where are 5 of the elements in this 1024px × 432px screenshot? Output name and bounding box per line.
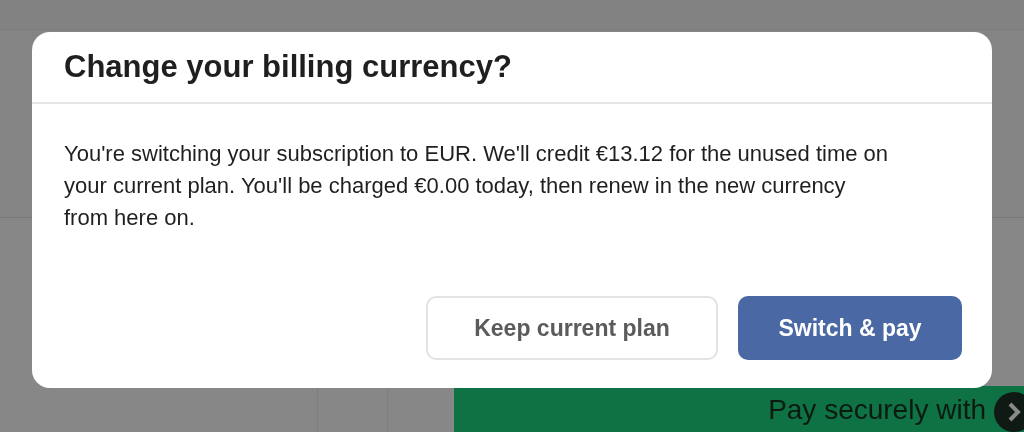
dialog-message: You're switching your subscription to EUR. We'll credit €13.12 for the unused time on your current plan. You'll be charged €0.00 today, then renew in the new currency from here on. (64, 140, 890, 232)
pay-button[interactable]: Pay securely with (454, 386, 1024, 432)
keep-button[interactable]: Keep current plan (426, 296, 718, 360)
dialog-title: Change your billing currency? (64, 47, 512, 86)
switch-button[interactable]: Switch & pay (738, 296, 962, 360)
